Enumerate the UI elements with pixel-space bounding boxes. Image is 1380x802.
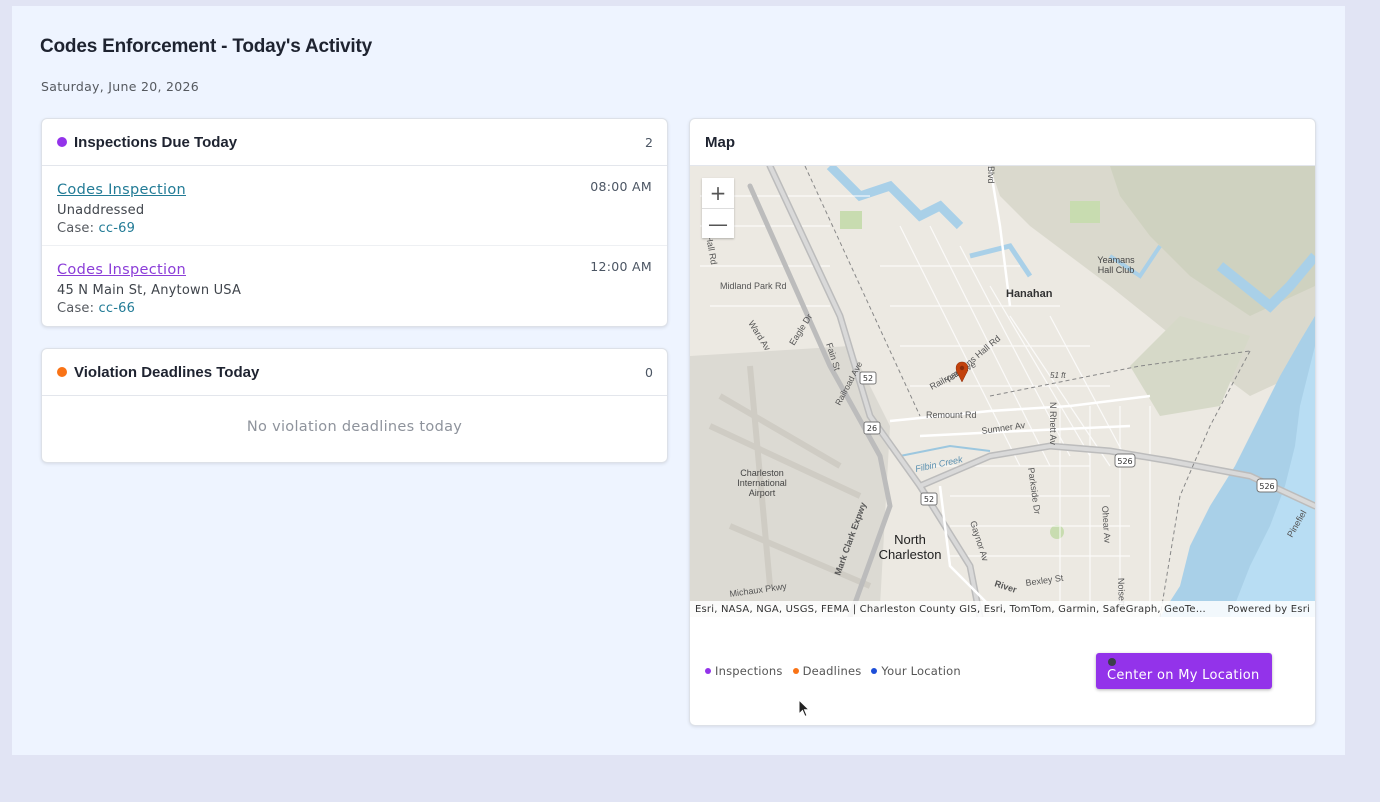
map-label-eagle: Eagle Dr: [787, 312, 814, 347]
deadlines-legend-dot-icon: [792, 668, 799, 674]
map-label-hanahan: Hanahan: [1006, 288, 1053, 300]
page-container: Codes Enforcement - Today's Activity Sat…: [12, 6, 1345, 755]
map-label-yeamans-club: Hall Club: [1098, 265, 1135, 275]
inspection-link[interactable]: Codes Inspection: [57, 182, 186, 198]
inspection-address: 45 N Main St, Anytown USA: [57, 283, 242, 298]
inspections-card-title: Inspections Due Today: [74, 133, 238, 151]
inspections-legend-dot-icon: [705, 668, 711, 674]
case-label: Case:: [57, 301, 95, 316]
inspection-case: Case: cc-66: [57, 301, 652, 316]
inspection-address: Unaddressed: [57, 203, 145, 218]
legend-label: Deadlines: [802, 664, 862, 678]
inspections-card-header: Inspections Due Today 2: [42, 119, 667, 166]
map-label-hall-rd: Hall Rd: [704, 235, 719, 266]
map-label-airport: International: [737, 478, 787, 488]
legend-label: Your Location: [881, 664, 961, 678]
violations-dot-icon: [57, 367, 67, 377]
page-date: Saturday, June 20, 2026: [41, 79, 200, 94]
map-card-header: Map: [690, 119, 1315, 166]
case-id-link[interactable]: cc-69: [99, 221, 136, 236]
zoom-control: + —: [702, 178, 734, 238]
zoom-out-button[interactable]: —: [702, 208, 734, 238]
map-label-n-rhett: N Rhett Av: [1048, 402, 1058, 445]
map-label-yeamans-club: Yeamans: [1097, 255, 1135, 265]
center-on-location-button[interactable]: Center on My Location: [1096, 653, 1272, 689]
map-label-airport: Airport: [749, 488, 776, 498]
map-basemap: 52 26 52 526 526 Midland Park Rd Railroa…: [690, 166, 1315, 617]
location-legend-dot-icon: [871, 668, 878, 674]
inspection-time: 08:00 AM: [590, 179, 652, 194]
map-card: Map 52 26 52 526 526 Midland Park Rd Rai…: [689, 118, 1316, 726]
inspection-item: Codes Inspection 12:00 AM 45 N Main St, …: [42, 246, 667, 326]
map-view[interactable]: 52 26 52 526 526 Midland Park Rd Railroa…: [690, 166, 1315, 617]
map-label-ohear: Ohear Av: [1100, 505, 1113, 543]
inspection-time: 12:00 AM: [590, 259, 652, 274]
map-label-ward: Ward Av: [746, 319, 773, 353]
shield-526: 526: [1259, 482, 1274, 491]
case-id-link[interactable]: cc-66: [99, 301, 136, 316]
map-attribution: Esri, NASA, NGA, USGS, FEMA | Charleston…: [690, 601, 1315, 617]
page-title: Codes Enforcement - Today's Activity: [40, 36, 372, 57]
shield-526: 526: [1117, 457, 1132, 466]
legend-item-inspections: Inspections: [705, 664, 783, 678]
case-label: Case:: [57, 221, 95, 236]
map-label-river: River: [993, 578, 1018, 595]
violations-card-title: Violation Deadlines Today: [74, 363, 260, 381]
map-label-airport: Charleston: [740, 468, 784, 478]
legend-item-deadlines: Deadlines: [792, 664, 862, 678]
violations-card-header: Violation Deadlines Today 0: [42, 349, 667, 396]
map-label-remount: Remount Rd: [926, 410, 977, 420]
inspection-link[interactable]: Codes Inspection: [57, 262, 186, 278]
violations-card: Violation Deadlines Today 0 No violation…: [41, 348, 668, 463]
map-card-title: Map: [705, 133, 735, 151]
legend-item-your-location: Your Location: [871, 664, 961, 678]
map-label-yeamans-hall-rd: Yeamans Hall Rd: [943, 333, 1002, 385]
shield-52: 52: [863, 374, 873, 383]
powered-by-link[interactable]: Powered by Esri: [1227, 604, 1310, 615]
map-label-blvd: Blvd: [986, 166, 996, 184]
map-label-north-charleston: Charleston: [879, 547, 942, 562]
legend-label: Inspections: [715, 664, 783, 678]
inspections-card: Inspections Due Today 2 Codes Inspection…: [41, 118, 668, 327]
map-label-elevation: 51 ft: [1050, 371, 1066, 380]
mouse-cursor-icon: [798, 699, 811, 718]
shield-52: 52: [924, 495, 934, 504]
inspections-dot-icon: [57, 137, 67, 147]
inspections-count: 2: [645, 134, 653, 150]
map-label-bexley: Bexley St: [1025, 573, 1065, 588]
center-button-label: Center on My Location: [1107, 668, 1260, 683]
inspection-case: Case: cc-69: [57, 221, 652, 236]
zoom-in-button[interactable]: +: [702, 178, 734, 208]
map-legend: Inspections Deadlines Your Location: [705, 664, 971, 678]
map-label-midland-park: Midland Park Rd: [720, 281, 787, 291]
violations-empty-message: No violation deadlines today: [246, 419, 463, 435]
shield-26: 26: [867, 424, 877, 433]
violations-count: 0: [645, 364, 653, 380]
map-label-north-charleston: North: [894, 532, 926, 547]
map-label-parkside: Parkside Dr: [1026, 467, 1042, 515]
attribution-text: Esri, NASA, NGA, USGS, FEMA | Charleston…: [695, 603, 1227, 615]
location-dot-icon: [1108, 658, 1116, 666]
inspection-item: Codes Inspection 08:00 AM Unaddressed Ca…: [42, 166, 667, 246]
map-marker-pin-icon[interactable]: [955, 361, 969, 383]
